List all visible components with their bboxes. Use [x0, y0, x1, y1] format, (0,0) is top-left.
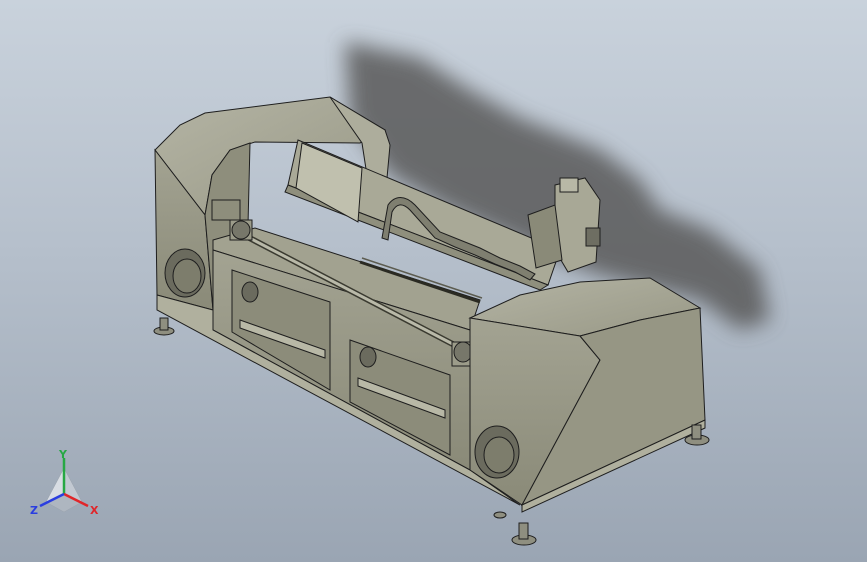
frame-hole-2	[359, 346, 377, 368]
right-port-inner	[483, 436, 515, 474]
graphics-viewport[interactable]: Y X Z	[0, 0, 867, 562]
right-end-housing	[468, 277, 706, 513]
left-port-inner	[172, 258, 202, 294]
triad-x-label: X	[90, 504, 99, 517]
triad-y-label: Y	[58, 448, 68, 461]
view-orientation-triad: Y X Z	[30, 448, 99, 517]
frame-hole-1	[241, 281, 259, 303]
3d-model-scene[interactable]	[0, 0, 867, 562]
triad-z-label: Z	[30, 504, 38, 517]
